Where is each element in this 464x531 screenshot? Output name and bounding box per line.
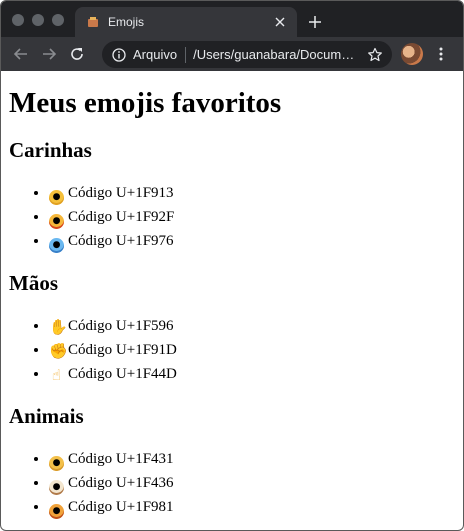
thumbs-up-emoji-icon: ☝	[51, 366, 62, 384]
reload-button[interactable]	[63, 40, 91, 68]
toolbar: Arquivo /Users/guanabara/Documentos/emoj…	[1, 37, 463, 71]
close-window-button[interactable]	[12, 14, 24, 26]
page-content: Meus emojis favoritos Carinhas ● Código U…	[1, 71, 463, 530]
back-button[interactable]	[7, 40, 35, 68]
address-url[interactable]: /Users/guanabara/Documentos/emojis.html	[193, 47, 357, 62]
emoji-code: Código U+1F596	[68, 318, 174, 334]
browser-window: Emojis Arquivo /Users/guanabara/Document…	[0, 0, 464, 531]
forward-button[interactable]	[35, 40, 63, 68]
list-item: ● Código U+1F981	[49, 495, 455, 519]
address-bar[interactable]: Arquivo /Users/guanabara/Documentos/emoj…	[102, 41, 392, 68]
section-heading-animais: Animais	[9, 404, 84, 428]
emoji-code: Código U+1F431	[68, 451, 174, 467]
emoji-code: Código U+1F91D	[68, 342, 177, 358]
tab-title: Emojis	[108, 15, 145, 29]
emoji-code: Código U+1F976	[68, 233, 174, 249]
security-label: Arquivo	[133, 47, 178, 62]
emoji-code: Código U+1F436	[68, 475, 174, 491]
emoji-list-animais: ● Código U+1F431 ● Código U+1F436 ● Código …	[9, 447, 455, 519]
emoji-code: Código U+1F92F	[68, 209, 175, 225]
emoji-list-maos: ✋Código U+1F596 ✊Código U+1F91D ☝ Código …	[9, 314, 455, 386]
list-item: ✊Código U+1F91D	[49, 338, 455, 362]
back-arrow-icon	[13, 48, 27, 60]
emoji-list-carinhas: ● Código U+1F913 ● Código U+1F92F ● Código …	[9, 181, 455, 253]
raised-hand-emoji-icon: ✋	[49, 318, 68, 336]
bookmark-star-icon[interactable]	[366, 46, 384, 64]
tab-close-icon[interactable]	[270, 12, 290, 32]
dog-face-emoji-icon: ●	[49, 480, 64, 495]
tab-strip: Emojis	[1, 1, 463, 37]
list-item: ● Código U+1F976	[49, 229, 455, 253]
forward-arrow-icon	[43, 48, 57, 60]
section-heading-carinhas: Carinhas	[9, 138, 92, 162]
address-divider	[185, 46, 187, 63]
minimize-window-button[interactable]	[32, 14, 44, 26]
list-item: ● Código U+1F431	[49, 447, 455, 471]
new-tab-button[interactable]	[304, 11, 326, 33]
list-item: ● Código U+1F92F	[49, 205, 455, 229]
reload-icon	[71, 48, 83, 60]
lion-face-emoji-icon: ●	[49, 504, 64, 519]
zoom-window-button[interactable]	[52, 14, 64, 26]
menu-button[interactable]	[431, 44, 451, 64]
list-item: ☝ Código U+1F44D	[49, 362, 455, 386]
page-title: Meus emojis favoritos	[9, 87, 282, 119]
more-vert-icon	[439, 47, 443, 61]
emoji-favicon-icon	[87, 16, 99, 28]
tab-emojis[interactable]: Emojis	[75, 7, 297, 37]
list-item: ● Código U+1F913	[49, 181, 455, 205]
emoji-code: Código U+1F44D	[68, 366, 177, 382]
cat-face-emoji-icon: ●	[49, 456, 64, 471]
window-controls	[12, 14, 64, 26]
emoji-code: Código U+1F913	[68, 185, 174, 201]
list-item: ● Código U+1F436	[49, 471, 455, 495]
plus-icon	[309, 16, 321, 28]
handshake-emoji-icon: ✊	[49, 342, 68, 360]
disguised-face-emoji-icon: ●	[49, 214, 64, 229]
emoji-code: Código U+1F981	[68, 499, 174, 515]
nerd-face-emoji-icon: ●	[49, 190, 64, 205]
profile-avatar[interactable]	[401, 43, 423, 65]
info-icon[interactable]	[111, 47, 127, 63]
cold-face-emoji-icon: ●	[49, 238, 64, 253]
list-item: ✋Código U+1F596	[49, 314, 455, 338]
section-heading-maos: Mãos	[9, 271, 58, 295]
